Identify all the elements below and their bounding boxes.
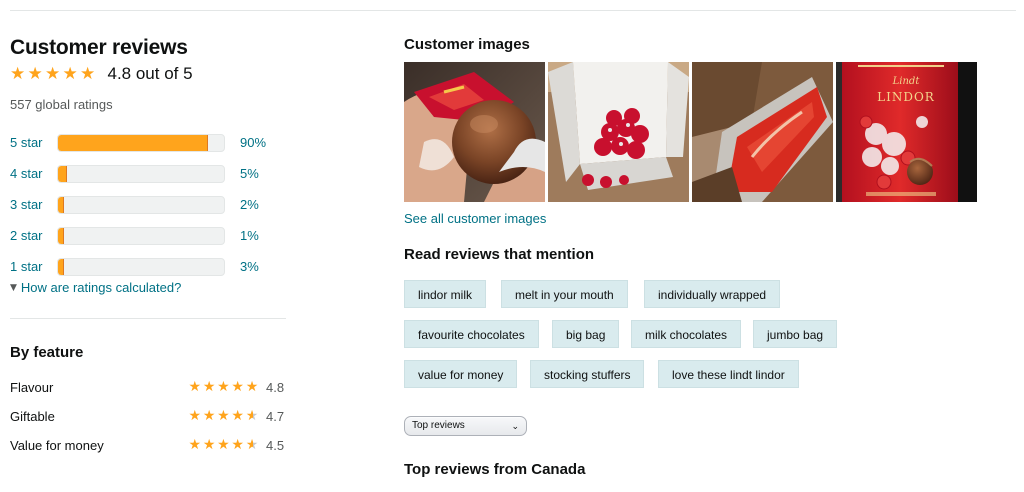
histogram-bar-fill: [58, 134, 209, 151]
star-icon: ★: [245, 408, 259, 424]
histogram-bar[interactable]: [57, 133, 225, 152]
star-icon: ★: [45, 63, 61, 84]
histogram-bar[interactable]: [57, 257, 225, 276]
red-package-image: [692, 62, 833, 202]
sort-selected-value: Top reviews: [412, 420, 465, 431]
feature-name: Giftable: [10, 408, 55, 424]
top-reviews-heading: Top reviews from Canada: [404, 461, 586, 478]
histogram-label[interactable]: 2 star: [10, 228, 57, 243]
chevron-down-icon: ⌄: [511, 422, 519, 432]
histogram-percent[interactable]: 5%: [240, 166, 259, 181]
box-of-chocolates-image: [548, 62, 689, 202]
how-ratings-calculated-text[interactable]: How are ratings calculated?: [21, 280, 181, 295]
feature-rating: 4.8: [266, 379, 285, 395]
chocolate-in-hand-image: [404, 62, 545, 202]
histogram-row-3-star[interactable]: 3 star 2%: [10, 189, 286, 220]
star-icon: ★: [188, 437, 202, 453]
top-divider: [10, 10, 1016, 11]
mention-chip[interactable]: milk chocolates: [631, 320, 742, 348]
star-icon: ★: [188, 408, 202, 424]
customer-image-lindor-bag[interactable]: Lindt LINDOR: [836, 62, 977, 202]
histogram-label[interactable]: 4 star: [10, 166, 57, 181]
histogram-percent[interactable]: 90%: [240, 135, 266, 150]
star-icon: ★: [217, 437, 230, 453]
histogram-row-2-star[interactable]: 2 star 1%: [10, 220, 286, 251]
overall-rating-text: 4.8 out of 5: [107, 64, 193, 83]
star-icon: ★: [10, 63, 26, 84]
read-reviews-mention-heading: Read reviews that mention: [404, 246, 595, 263]
feature-row-flavour: Flavour ★ ★ ★ ★ ★ 4.8: [10, 377, 286, 397]
star-icon: ★: [80, 63, 96, 84]
histogram-label[interactable]: 5 star: [10, 135, 57, 150]
feature-name: Value for money: [10, 437, 104, 453]
bag-label-text: LINDOR: [877, 90, 935, 104]
mention-chip[interactable]: lindor milk: [404, 280, 487, 308]
star-icon: ★: [217, 408, 230, 424]
histogram-bar-fill: [58, 196, 64, 213]
star-icon: ★: [27, 63, 43, 84]
star-icon: ★: [245, 379, 259, 395]
star-icon: ★: [62, 63, 78, 84]
mention-chip[interactable]: favourite chocolates: [404, 320, 539, 348]
customer-image-box-of-chocolates[interactable]: [548, 62, 689, 202]
mention-chip[interactable]: jumbo bag: [753, 320, 838, 348]
mention-chip[interactable]: value for money: [404, 360, 518, 388]
histogram-label[interactable]: 1 star: [10, 259, 57, 274]
histogram-bar[interactable]: [57, 195, 225, 214]
section-divider: [10, 318, 286, 319]
mention-chip[interactable]: individually wrapped: [644, 280, 781, 308]
histogram-row-4-star[interactable]: 4 star 5%: [10, 158, 286, 189]
histogram-bar[interactable]: [57, 164, 225, 183]
how-ratings-calculated-link[interactable]: ▼ How are ratings calculated?: [10, 280, 181, 295]
histogram-percent[interactable]: 2%: [240, 197, 259, 212]
histogram-percent[interactable]: 1%: [240, 228, 259, 243]
mention-chip[interactable]: melt in your mouth: [501, 280, 628, 308]
customer-reviews-heading: Customer reviews: [10, 36, 188, 59]
histogram-row-5-star[interactable]: 5 star 90%: [10, 127, 286, 158]
overall-stars-icon: ★ ★ ★ ★ ★: [10, 63, 98, 84]
histogram-bar-fill: [58, 165, 68, 182]
star-icon: ★: [202, 437, 216, 453]
customer-images-row: Lindt LINDOR: [404, 62, 980, 202]
star-icon: ★: [202, 379, 216, 395]
customer-image-red-package[interactable]: [692, 62, 833, 202]
star-icon: ★: [231, 437, 244, 453]
feature-stars-icon: ★ ★ ★ ★ ★: [189, 409, 260, 423]
bag-brand-text: Lindt: [892, 76, 920, 87]
feature-rating: 4.5: [266, 437, 285, 453]
star-icon: ★: [188, 379, 202, 395]
feature-stars-icon: ★ ★ ★ ★ ★: [189, 438, 260, 452]
star-icon: ★: [217, 379, 230, 395]
feature-rating: 4.7: [266, 408, 285, 424]
sort-reviews-dropdown[interactable]: Top reviews ⌄: [404, 416, 527, 436]
feature-row-giftable: Giftable ★ ★ ★ ★ ★ 4.7: [10, 406, 286, 426]
mention-chip[interactable]: stocking stuffers: [530, 360, 645, 388]
see-all-customer-images-link[interactable]: See all customer images: [404, 211, 546, 226]
mention-chip[interactable]: big bag: [552, 320, 620, 348]
feature-stars-icon: ★ ★ ★ ★ ★: [189, 380, 260, 394]
histogram-bar-fill: [58, 227, 64, 244]
histogram-row-1-star[interactable]: 1 star 3%: [10, 251, 286, 282]
histogram-bar[interactable]: [57, 226, 225, 245]
star-icon: ★: [231, 408, 244, 424]
histogram-percent[interactable]: 3%: [240, 259, 259, 274]
customer-image-chocolate-in-hand[interactable]: [404, 62, 545, 202]
global-ratings-count: 557 global ratings: [10, 97, 113, 112]
customer-images-heading: Customer images: [404, 36, 530, 53]
chevron-down-icon: ▼: [10, 282, 17, 293]
feature-name: Flavour: [10, 379, 54, 395]
star-icon: ★: [245, 437, 259, 453]
star-icon: ★: [231, 379, 244, 395]
histogram-label[interactable]: 3 star: [10, 197, 57, 212]
overall-rating[interactable]: ★ ★ ★ ★ ★ 4.8 out of 5: [10, 64, 193, 84]
histogram-bar-fill: [58, 258, 64, 275]
mention-chip[interactable]: love these lindt lindor: [658, 360, 799, 388]
rating-histogram: 5 star 90% 4 star 5% 3 star 2% 2 star 1%…: [10, 127, 286, 282]
by-feature-heading: By feature: [10, 344, 84, 361]
star-icon: ★: [202, 408, 216, 424]
feature-row-value-for-money: Value for money ★ ★ ★ ★ ★ 4.5: [10, 435, 286, 455]
